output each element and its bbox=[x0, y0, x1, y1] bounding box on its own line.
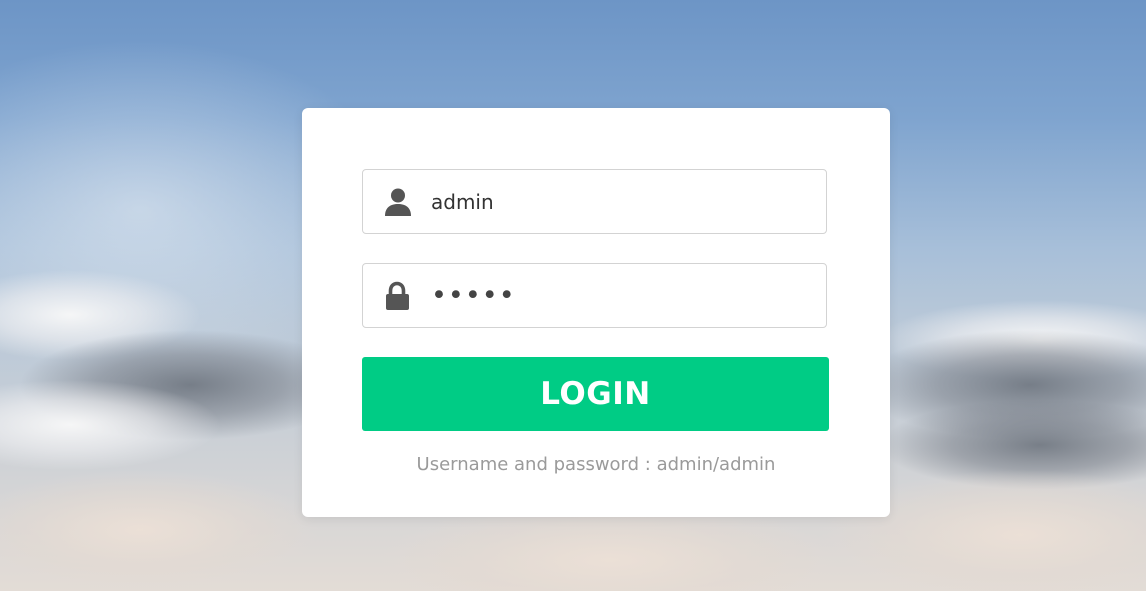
password-field[interactable] bbox=[362, 263, 827, 328]
lock-icon bbox=[383, 281, 413, 311]
login-card: LOGIN Username and password : admin/admi… bbox=[302, 108, 890, 517]
username-field[interactable] bbox=[362, 169, 827, 234]
password-input[interactable] bbox=[431, 264, 816, 327]
login-button[interactable]: LOGIN bbox=[362, 357, 829, 431]
username-input[interactable] bbox=[431, 170, 816, 233]
user-icon bbox=[383, 187, 413, 217]
credentials-hint: Username and password : admin/admin bbox=[416, 454, 776, 475]
cloud-left-bottom bbox=[0, 470, 320, 590]
